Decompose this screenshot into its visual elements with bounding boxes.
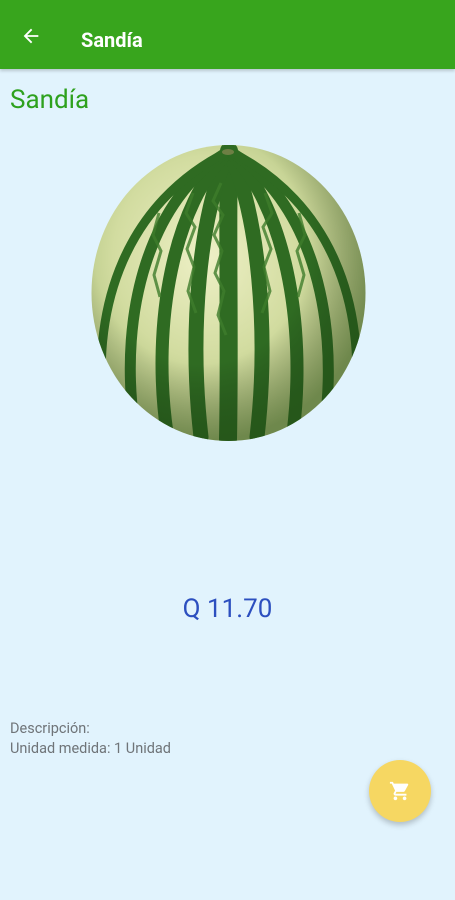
app-bar-title: Sandía — [81, 28, 143, 52]
product-name: Sandía — [10, 85, 90, 115]
unit-measure: Unidad medida: 1 Unidad — [10, 740, 171, 757]
add-to-cart-button[interactable] — [369, 760, 431, 822]
watermelon-image — [91, 145, 366, 441]
product-price: Q 11.70 — [182, 594, 273, 624]
shopping-cart-icon — [389, 781, 409, 801]
back-button[interactable] — [17, 22, 45, 50]
app-bar: Sandía — [0, 0, 455, 69]
product-info: Descripción: Unidad medida: 1 Unidad — [10, 719, 171, 759]
arrow-back-icon — [23, 28, 39, 44]
description-label: Descripción: — [10, 720, 90, 737]
